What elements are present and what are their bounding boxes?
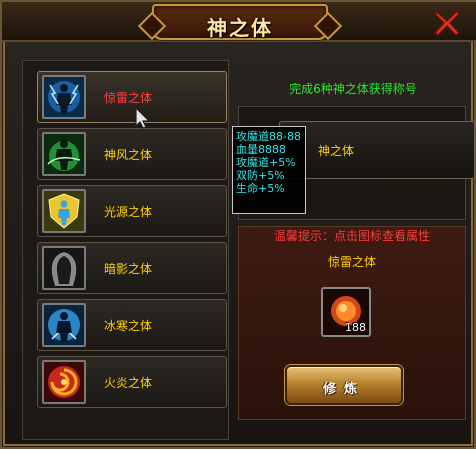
ice-figure-icon bbox=[42, 303, 86, 347]
body-item-label: 惊雷之体 bbox=[104, 91, 153, 105]
body-item-label: 暗影之体 bbox=[104, 262, 153, 276]
body-item-label: 火炎之体 bbox=[104, 376, 153, 390]
title-bar: 神之体 bbox=[2, 2, 476, 42]
close-button[interactable] bbox=[432, 8, 462, 38]
body-item-ice[interactable]: 冰寒之体 bbox=[37, 299, 227, 351]
material-item-slot[interactable]: 188 bbox=[321, 287, 371, 337]
wind-figure-icon bbox=[42, 132, 86, 176]
body-item-thunder[interactable]: 惊雷之体 bbox=[37, 71, 227, 123]
body-item-label: 冰寒之体 bbox=[104, 319, 153, 333]
body-item-shadow[interactable]: 暗影之体 bbox=[37, 242, 227, 294]
body-item-wind[interactable]: 神风之体 bbox=[37, 128, 227, 180]
train-button[interactable]: 修炼 bbox=[285, 365, 403, 405]
attribute-tooltip: 攻魔道88-88 血量8888 攻魔道+5% 双防+5% 生命+5% bbox=[232, 126, 306, 214]
body-list-panel: 惊雷之体 神风之体 光源之体 暗影之体 冰寒之体 火炎之体 bbox=[22, 60, 229, 440]
shadow-figure-icon bbox=[42, 246, 86, 290]
light-shield-icon bbox=[42, 189, 86, 233]
body-item-fire[interactable]: 火炎之体 bbox=[37, 356, 227, 408]
tooltip-line: 攻魔道+5% bbox=[236, 156, 296, 169]
title-plate: 神之体 bbox=[152, 4, 328, 40]
window-title: 神之体 bbox=[207, 16, 273, 40]
mouse-cursor-icon bbox=[135, 106, 151, 129]
body-item-label: 光源之体 bbox=[104, 205, 153, 219]
body-item-label: 神风之体 bbox=[104, 148, 153, 162]
tooltip-line: 双防+5% bbox=[236, 169, 285, 182]
fire-swirl-icon bbox=[42, 360, 86, 404]
selected-body-name: 惊雷之体 bbox=[327, 255, 376, 269]
tooltip-line: 生命+5% bbox=[236, 182, 285, 195]
game-window: 神之体 惊雷之体 神风之体 光源之体 暗影之体 冰寒之体 火炎之体 完成6种神之… bbox=[0, 0, 476, 449]
close-x-icon bbox=[433, 9, 461, 36]
tooltip-line: 血量8888 bbox=[236, 143, 286, 156]
tooltip-line: 攻魔道88-88 bbox=[236, 130, 301, 143]
detail-panel: 温馨提示：点击图标查看属性 惊雷之体 188 修炼 bbox=[238, 226, 466, 420]
reward-title-badge: 神之体 bbox=[279, 121, 475, 179]
hint-text: 温馨提示：点击图标查看属性 bbox=[273, 229, 430, 243]
thunder-figure-icon bbox=[42, 75, 86, 119]
train-button-label: 修炼 bbox=[322, 382, 365, 397]
body-item-light[interactable]: 光源之体 bbox=[37, 185, 227, 237]
reward-info-text: 完成6种神之体获得称号 bbox=[289, 82, 417, 96]
reward-title-label: 神之体 bbox=[318, 144, 355, 158]
item-count: 188 bbox=[345, 321, 366, 334]
